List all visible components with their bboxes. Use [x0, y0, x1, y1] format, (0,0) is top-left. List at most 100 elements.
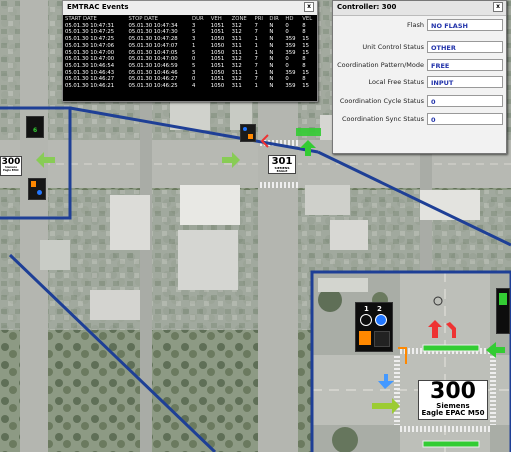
phase-status-box-inset[interactable]: 1 2 [355, 302, 393, 352]
panel-title-bar[interactable]: Controller: 300 x [333, 1, 506, 16]
phase-number: 6 [33, 127, 38, 134]
panel-title: EMTRAC Events [67, 3, 129, 11]
table-cell: 312 [231, 76, 242, 83]
intersection-label-301[interactable]: 301 SIEMENS EAGLE [268, 155, 296, 174]
panel-title-bar[interactable]: EMTRAC Events x [63, 1, 317, 15]
table-cell: 0 [285, 76, 289, 83]
table-cell: 05.01.30 10:46:46 [128, 69, 178, 76]
table-cell: 312 [231, 62, 242, 69]
close-icon[interactable]: x [304, 2, 314, 12]
table-row[interactable]: 05.01.30 10:47:31 05.01.30 10:47:34 3 1051 3… [63, 23, 317, 30]
column-header: HD [285, 16, 294, 22]
table-cell: 05.01.30 10:47:28 [128, 36, 178, 43]
table-cell: 1051 [210, 22, 225, 29]
field-value: INPUT [427, 76, 503, 88]
table-cell: 359 [285, 49, 296, 56]
table-cell: 05.01.30 10:47:00 [65, 56, 115, 63]
controller-field-row: Unit Control Status OTHER [333, 41, 506, 55]
table-cell: 05.01.30 10:47:25 [65, 36, 115, 43]
table-row[interactable]: 05.01.30 10:47:00 05.01.30 10:47:05 5 1050 3… [63, 50, 317, 57]
table-cell: 15 [302, 83, 310, 90]
controller-model: Siemens Eagle EPAC [3, 166, 19, 172]
table-cell: 05.01.30 10:46:27 [128, 76, 178, 83]
phase-status-box-300-left[interactable]: 6 [26, 116, 44, 138]
table-cell: 05.01.30 10:46:27 [65, 76, 115, 83]
table-cell: 05.01.30 10:46:59 [128, 62, 178, 69]
table-cell: 05.01.30 10:46:21 [65, 83, 115, 90]
table-cell: 359 [285, 42, 296, 49]
table-cell: 1051 [210, 62, 225, 69]
table-cell: 1 [254, 49, 258, 56]
field-value: 0 [427, 95, 503, 107]
pedestrian-icon [37, 190, 42, 195]
table-cell: 15 [302, 49, 310, 56]
table-cell: 1050 [210, 36, 225, 43]
emtrac-events-table: START DATE STOP DATE DUR VEH ZONE PRI DIR HD VEL… [63, 16, 317, 90]
field-value: FREE [427, 59, 503, 71]
table-cell: 05.01.30 10:47:31 [65, 22, 115, 29]
table-cell: 1051 [210, 29, 225, 36]
phase-status-box-301[interactable] [240, 124, 256, 142]
table-cell: N [269, 62, 274, 69]
table-cell: 359 [285, 69, 296, 76]
table-cell: N [269, 69, 274, 76]
table-cell: 3 [192, 36, 196, 43]
table-cell: 05.01.30 10:47:34 [128, 22, 178, 29]
table-cell: 7 [254, 76, 258, 83]
table-cell: 15 [302, 42, 310, 49]
table-row[interactable]: 05.01.30 10:47:25 05.01.30 10:47:28 3 1050 3… [63, 36, 317, 43]
table-cell: 311 [231, 42, 242, 49]
dont-walk-icon [374, 331, 390, 347]
table-cell: 7 [254, 22, 258, 29]
controller-field-row: Coordination Sync Status 0 [333, 113, 506, 127]
table-cell: 8 [302, 22, 306, 29]
walk-hand-icon [359, 331, 371, 345]
emtrac-events-panel[interactable]: EMTRAC Events x START DATE STOP DATE DUR VE… [62, 0, 318, 102]
table-row[interactable]: 05.01.30 10:47:06 05.01.30 10:47:07 1 1050 3… [63, 43, 317, 50]
table-cell: N [269, 36, 274, 43]
table-row[interactable]: 05.01.30 10:47:00 05.01.30 10:47:00 0 1051 3… [63, 56, 317, 63]
table-cell: N [269, 76, 274, 83]
column-header: ZONE [231, 16, 247, 22]
pedestrian-icon [243, 127, 247, 131]
table-cell: 4 [192, 83, 196, 90]
table-cell: 312 [231, 56, 242, 63]
table-cell: 1051 [210, 76, 225, 83]
close-icon[interactable]: x [493, 2, 503, 12]
table-cell: N [269, 22, 274, 29]
table-cell: 359 [285, 36, 296, 43]
table-cell: 0 [285, 56, 289, 63]
table-row[interactable]: 05.01.30 10:46:43 05.01.30 10:46:46 3 1050 3… [63, 70, 317, 77]
table-cell: 05.01.30 10:47:00 [128, 56, 178, 63]
table-cell: 8 [302, 76, 306, 83]
table-row[interactable]: 05.01.30 10:46:21 05.01.30 10:46:25 4 1050 3… [63, 83, 317, 90]
table-cell: 7 [254, 56, 258, 63]
table-cell: 05.01.30 10:47:07 [128, 42, 178, 49]
table-cell: 1050 [210, 42, 225, 49]
table-cell: 1050 [210, 49, 225, 56]
field-label: Coordination Pattern/Mode [337, 61, 424, 69]
phase-status-box-inset-right[interactable] [496, 288, 510, 334]
table-cell: 311 [231, 36, 242, 43]
phase-status-box-300-small[interactable] [28, 178, 46, 200]
table-row[interactable]: 05.01.30 10:47:25 05.01.30 10:47:30 5 1051 3… [63, 29, 317, 36]
intersection-label-300[interactable]: 300 Siemens Eagle EPAC [0, 156, 22, 176]
intersection-label-300-large[interactable]: 300 Siemens Eagle EPAC M50 [418, 380, 488, 420]
pedestrian-icon [375, 314, 387, 326]
table-cell: 8 [302, 56, 306, 63]
table-row[interactable]: 05.01.30 10:46:54 05.01.30 10:46:59 5 1051 3… [63, 63, 317, 70]
table-cell: 15 [302, 36, 310, 43]
controller-status-panel[interactable]: Controller: 300 x Flash NO FLASH Unit Cont… [332, 0, 507, 154]
intersection-300-zoom-view [310, 270, 511, 452]
table-cell: 312 [231, 29, 242, 36]
field-label: Local Free Status [368, 78, 425, 86]
table-cell: N [269, 29, 274, 36]
table-cell: 05.01.30 10:46:25 [128, 83, 178, 90]
column-header: DIR [269, 16, 279, 22]
table-cell: 311 [231, 83, 242, 90]
table-cell: N [269, 56, 274, 63]
table-row[interactable]: 05.01.30 10:46:27 05.01.30 10:46:27 0 1051 3… [63, 76, 317, 83]
walk-hand-icon [31, 181, 36, 187]
controller-model: Eagle EPAC M50 [421, 409, 485, 418]
panel-title: Controller: 300 [337, 3, 397, 11]
